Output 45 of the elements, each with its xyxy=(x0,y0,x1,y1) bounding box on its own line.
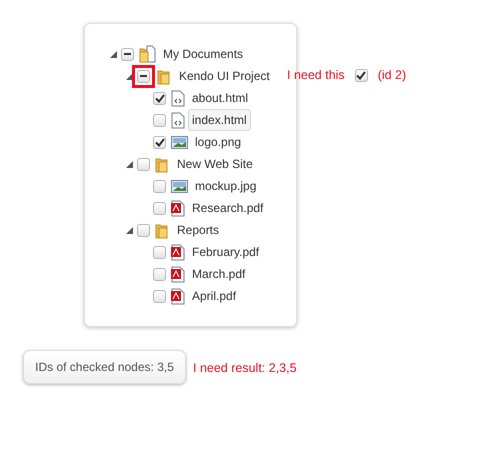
tree-node-label[interactable]: My Documents xyxy=(159,43,248,65)
checkbox[interactable] xyxy=(153,290,166,302)
image-file-icon xyxy=(171,180,188,192)
partial-checkbox[interactable] xyxy=(121,48,134,60)
tree-node-label[interactable]: about.html xyxy=(188,87,252,109)
pdf-file-icon xyxy=(171,244,185,260)
folder-icon xyxy=(157,68,172,84)
checkbox[interactable] xyxy=(153,246,166,258)
tree-node-label[interactable]: February.pdf xyxy=(188,241,264,263)
checkbox[interactable] xyxy=(137,158,150,170)
checkbox[interactable] xyxy=(153,202,166,214)
tree-node-label[interactable]: mockup.jpg xyxy=(191,175,260,197)
tree-node-label[interactable]: Research.pdf xyxy=(188,197,268,219)
result-note: I need result: 2,3,5 xyxy=(193,360,297,377)
pdf-file-icon xyxy=(171,266,185,282)
checkbox[interactable] xyxy=(153,114,166,126)
partial-checkbox[interactable] xyxy=(137,70,150,82)
checkbox[interactable] xyxy=(153,268,166,280)
code-file-icon xyxy=(171,112,185,128)
tree-node-label[interactable]: March.pdf xyxy=(188,263,250,285)
tree-node-label[interactable]: index.html xyxy=(188,109,251,131)
tree-node-label[interactable]: logo.png xyxy=(191,131,246,153)
annotation-text: I need this xyxy=(287,67,345,84)
pdf-file-icon xyxy=(171,200,185,216)
folder-icon xyxy=(155,222,170,238)
annotation-id: (id 2) xyxy=(378,67,406,84)
tree-node-label[interactable]: Reports xyxy=(173,219,224,241)
checked-ids-button[interactable]: IDs of checked nodes: 3,5 xyxy=(23,350,186,384)
folder-icon xyxy=(139,45,156,63)
checkbox[interactable] xyxy=(137,224,150,236)
checkbox[interactable] xyxy=(153,180,166,192)
pdf-file-icon xyxy=(171,288,185,304)
collapse-icon[interactable] xyxy=(110,50,116,58)
checkbox[interactable] xyxy=(354,68,368,82)
collapse-icon[interactable] xyxy=(126,160,132,168)
folder-icon xyxy=(155,156,170,172)
tree-node-label[interactable]: Kendo UI Project xyxy=(175,65,274,87)
checkbox[interactable] xyxy=(153,92,166,104)
collapse-icon[interactable] xyxy=(126,226,132,234)
code-file-icon xyxy=(171,90,185,106)
checkbox[interactable] xyxy=(153,136,166,148)
collapse-icon[interactable] xyxy=(126,72,132,80)
tree-node-label[interactable]: New Web Site xyxy=(173,153,257,175)
tree-node-label[interactable]: April.pdf xyxy=(188,285,240,307)
image-file-icon xyxy=(171,136,188,148)
